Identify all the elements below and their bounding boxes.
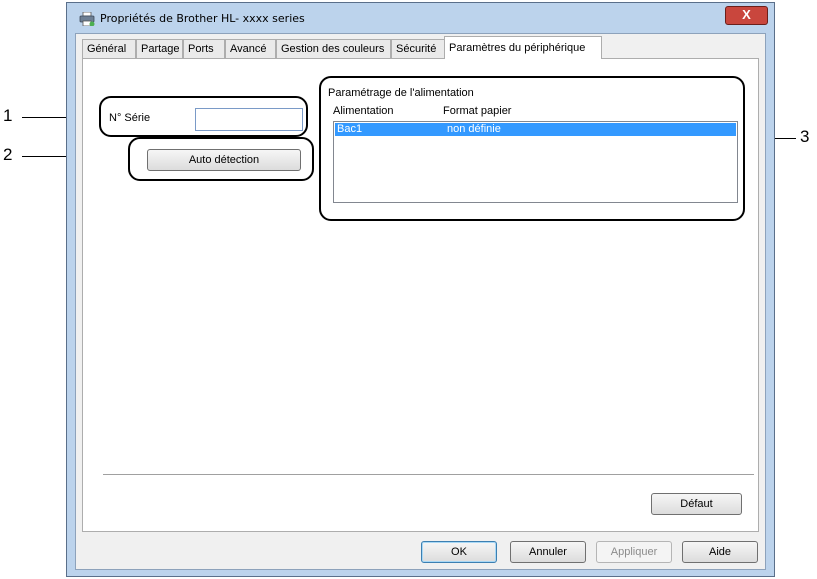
close-button[interactable]: X (725, 6, 768, 25)
paper-source-list[interactable]: Bac1 non définie (333, 121, 738, 203)
tab-color-management[interactable]: Gestion des couleurs (276, 39, 391, 58)
callout-2: 2 (3, 145, 13, 164)
list-item[interactable]: Bac1 non définie (335, 123, 736, 136)
auto-detect-button[interactable]: Auto détection (147, 149, 301, 171)
column-header-format: Format papier (443, 105, 512, 117)
tab-sharing[interactable]: Partage (136, 39, 183, 58)
printer-icon (79, 12, 95, 26)
help-button[interactable]: Aide (682, 541, 758, 563)
column-header-source: Alimentation (333, 105, 394, 117)
properties-window: Propriétés de Brother HL- xxxx series X … (66, 2, 775, 577)
dialog-client: Général Partage Ports Avancé Gestion des… (75, 33, 766, 570)
default-button[interactable]: Défaut (651, 493, 742, 515)
list-item-source: Bac1 (337, 123, 363, 135)
serial-label: N° Série (109, 112, 151, 124)
tab-security[interactable]: Sécurité (391, 39, 445, 58)
cancel-button[interactable]: Annuler (510, 541, 586, 563)
tab-advanced[interactable]: Avancé (225, 39, 276, 58)
apply-button[interactable]: Appliquer (596, 541, 672, 563)
tab-general[interactable]: Général (82, 39, 136, 58)
close-icon: X (742, 7, 751, 22)
tab-ports[interactable]: Ports (183, 39, 225, 58)
ok-button[interactable]: OK (421, 541, 497, 563)
device-settings-panel: N° Série Auto détection Paramétrage de l… (82, 58, 759, 532)
tab-device-settings[interactable]: Paramètres du périphérique (444, 36, 602, 59)
list-item-format: non définie (447, 123, 501, 135)
serial-input[interactable] (195, 108, 303, 131)
callout-3: 3 (800, 127, 810, 146)
callout-1: 1 (3, 106, 13, 125)
window-title: Propriétés de Brother HL- xxxx series (100, 12, 305, 25)
panel-separator (103, 474, 754, 475)
paper-source-group-label: Paramétrage de l'alimentation (328, 87, 474, 99)
title-bar[interactable]: Propriétés de Brother HL- xxxx series X (67, 3, 774, 33)
